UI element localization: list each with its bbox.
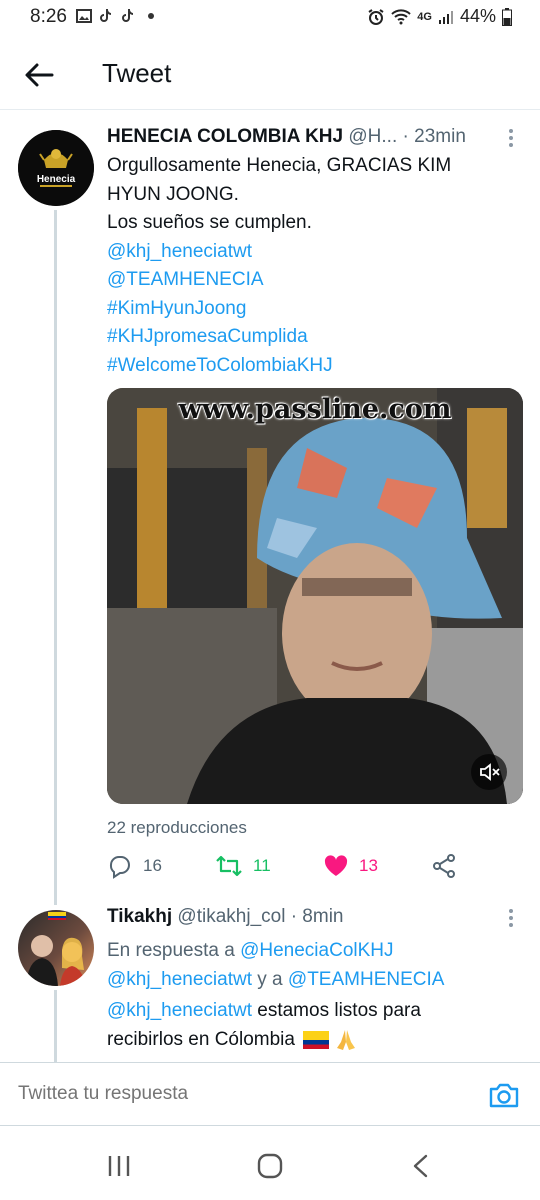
mention-link[interactable]: @khj_heneciatwt [107, 238, 507, 267]
reply-author-name[interactable]: Tikakhj [107, 906, 172, 927]
system-back-icon[interactable] [406, 1152, 436, 1180]
system-nav-bar [0, 1130, 540, 1200]
heart-filled-icon [324, 855, 348, 876]
retweet-count: 11 [253, 856, 271, 875]
thread-line [54, 210, 57, 905]
video-watermark: www.passline.com [178, 394, 452, 425]
camera-icon[interactable] [488, 1079, 520, 1111]
status-bar: 8:26 4G 44% [0, 0, 540, 36]
view-count: 22 reproducciones [107, 818, 247, 837]
tweet-time: · 23min [402, 126, 466, 147]
tweet-actions: 16 11 13 [107, 850, 527, 882]
reply-button[interactable]: 16 [107, 850, 162, 882]
reply-author-handle[interactable]: @tikakhj_col [177, 906, 285, 927]
reply-input[interactable] [18, 1083, 458, 1105]
retweet-icon [216, 855, 242, 877]
praying-hands-icon [336, 1029, 355, 1050]
author-name[interactable]: HENECIA COLOMBIA KHJ [107, 126, 343, 147]
battery-percent: 44% [459, 6, 496, 26]
reply-header: Tikakhj @tikakhj_col · 8min [107, 906, 344, 928]
more-options-icon[interactable] [506, 128, 516, 148]
replying-to-and: y a [257, 969, 283, 990]
mention-link[interactable]: @khj_heneciatwt [107, 969, 252, 990]
avatar-photo [26, 912, 86, 986]
status-right: 4G 44% [367, 6, 512, 27]
replying-to: En respuesta a @HeneciaColKHJ @khj_henec… [107, 936, 517, 994]
wifi-icon [391, 8, 411, 24]
reply-text: @khj_heneciatwt estamos listos para reci… [107, 996, 507, 1054]
mention-link[interactable]: @HeneciaColKHJ [240, 940, 393, 961]
home-icon[interactable] [255, 1152, 285, 1180]
signal-icon [438, 10, 453, 24]
tweet-video[interactable]: www.passline.com [107, 388, 523, 804]
reply-text-part1: estamos listos para [257, 1000, 421, 1021]
mention-link[interactable]: @TEAMHENECIA [107, 266, 507, 295]
recent-apps-icon[interactable] [104, 1152, 134, 1180]
tweet-text-line1: Orgullosamente Henecia, GRACIAS KIM [107, 155, 452, 176]
hashtag-link[interactable]: #WelcomeToColombiaKHJ [107, 352, 507, 381]
network-type: 4G [417, 10, 432, 23]
colombia-flag-icon [302, 1030, 329, 1049]
mention-link[interactable]: @TEAMHENECIA [288, 969, 445, 990]
like-button[interactable]: 13 [323, 850, 378, 882]
reply-time: · 8min [290, 906, 344, 927]
hashtag-link[interactable]: #KHJpromesaCumplida [107, 323, 507, 352]
share-icon [433, 854, 455, 878]
mention-link[interactable]: @khj_heneciatwt [107, 1000, 252, 1021]
page-title: Tweet [102, 58, 172, 88]
reply-icon [109, 856, 130, 879]
reply-author-avatar[interactable] [18, 910, 94, 986]
like-count: 13 [359, 856, 378, 875]
battery-icon [502, 7, 512, 26]
mute-button[interactable] [471, 754, 507, 790]
top-app-bar: Tweet [0, 40, 540, 110]
author-avatar[interactable]: Henecia [18, 130, 94, 206]
tiktok-icon [100, 9, 112, 22]
reply-text-part2: recibirlos en Cólombia [107, 1029, 295, 1050]
status-time: 8:26 [30, 6, 67, 27]
author-handle[interactable]: @H... [348, 126, 397, 147]
reply-count: 16 [143, 856, 162, 875]
reply-composer [0, 1062, 540, 1126]
replying-to-label: En respuesta a [107, 940, 235, 961]
gallery-icon [76, 9, 92, 23]
speaker-muted-icon [480, 763, 500, 781]
tweet-text: Orgullosamente Henecia, GRACIAS KIM HYUN… [107, 152, 507, 380]
henecia-logo-icon: Henecia [18, 130, 94, 206]
back-arrow-icon[interactable] [22, 58, 56, 92]
thread-line-bottom [54, 990, 57, 1062]
reply-more-options-icon[interactable] [506, 908, 516, 928]
retweet-button[interactable]: 11 [215, 850, 271, 882]
more-notifications-dot-icon [148, 13, 154, 19]
tweet-text-line2: HYUN JOONG. [107, 183, 239, 205]
tweet-text-line3: Los sueños se cumplen. [107, 212, 312, 233]
video-frame [107, 388, 523, 804]
tiktok-icon-2 [122, 9, 134, 22]
share-button[interactable] [431, 850, 457, 882]
hashtag-link[interactable]: #KimHyunJoong [107, 295, 507, 324]
tweet-header: HENECIA COLOMBIA KHJ @H... · 23min [107, 126, 466, 148]
notification-icons [76, 8, 154, 24]
alarm-icon [368, 8, 384, 25]
avatar-logo-text: Henecia [37, 174, 76, 185]
